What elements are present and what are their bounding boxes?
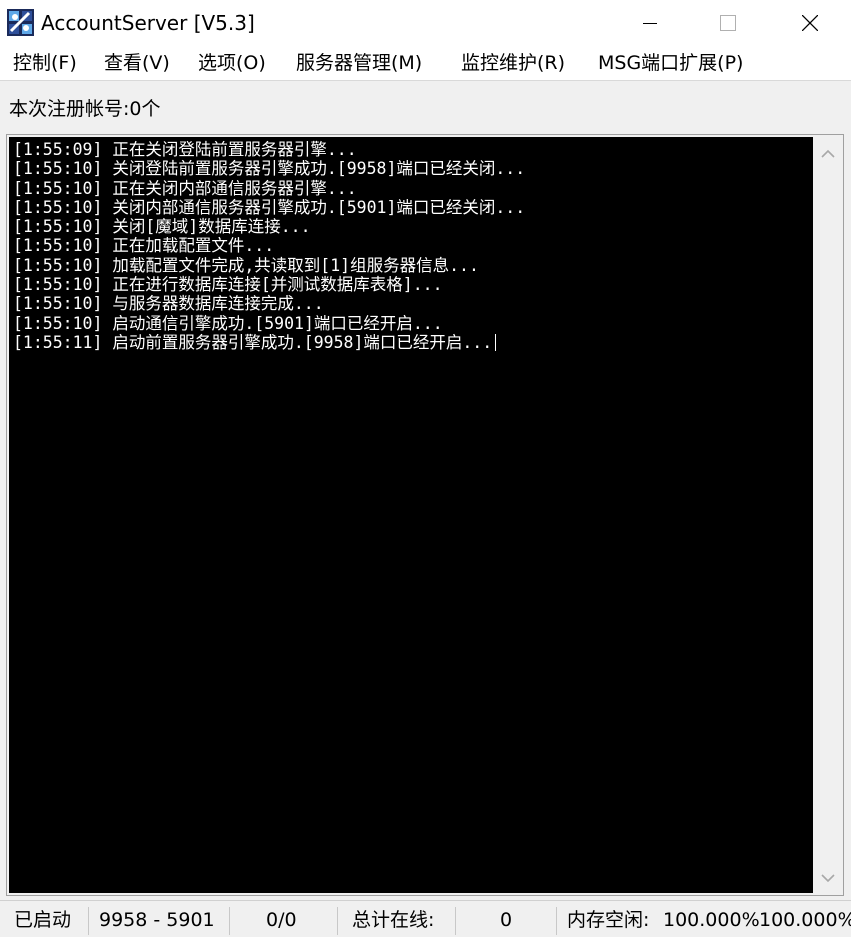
scroll-up-button[interactable]: [813, 139, 843, 169]
log-line-last: [1:55:11] 启动前置服务器引擎成功.[9958]端口已经开启...: [13, 333, 525, 352]
status-separator: [556, 907, 557, 935]
registered-accounts-label: 本次注册帐号:0个: [9, 98, 161, 120]
log-list: [1:55:09] 正在关闭登陆前置服务器引擎... [1:55:10] 关闭登…: [13, 140, 525, 352]
log-line: [1:55:10] 关闭内部通信服务器引擎成功.[5901]端口已经关闭...: [13, 197, 526, 217]
menu-bar: 控制(F) 查看(V) 选项(O) 服务器管理(M) 监控维护(R) MSG端口…: [0, 46, 851, 80]
app-window: AccountServer [V5.3] 控制(F) 查看(V) 选项(O) 服…: [0, 0, 851, 937]
status-memory-value-1: 100.000%: [663, 909, 759, 931]
close-button[interactable]: [764, 0, 851, 46]
status-separator: [88, 907, 89, 935]
status-memory-value-2: 100.000%: [759, 909, 851, 931]
title-bar[interactable]: AccountServer [V5.3]: [0, 0, 851, 46]
log-line: [1:55:10] 关闭[魔域]数据库连接...: [13, 217, 311, 237]
chevron-up-icon: [821, 149, 835, 158]
maximize-button[interactable]: [682, 0, 774, 46]
log-line: [1:55:10] 正在加载配置文件...: [13, 236, 275, 256]
scroll-down-button[interactable]: [813, 863, 843, 893]
menu-options[interactable]: 选项(O): [198, 50, 266, 76]
text-caret: [495, 333, 497, 351]
log-line: [1:55:10] 关闭登陆前置服务器引擎成功.[9958]端口已经关闭...: [13, 159, 526, 179]
status-online-value: 0: [500, 909, 513, 931]
log-line: [1:55:10] 启动通信引擎成功.[5901]端口已经开启...: [13, 313, 443, 333]
menu-divider: [0, 80, 851, 81]
status-bar: 已启动 9958 - 5901 0/0 总计在线: 0 内存空闲: 100.00…: [0, 900, 851, 937]
log-line: [1:55:09] 正在关闭登陆前置服务器引擎...: [13, 140, 357, 159]
status-separator: [337, 907, 338, 935]
chevron-down-icon: [821, 874, 835, 883]
menu-view[interactable]: 查看(V): [104, 50, 170, 76]
log-line: [1:55:10] 正在关闭内部通信服务器引擎...: [13, 178, 357, 198]
log-line: [1:55:10] 加载配置文件完成,共读取到[1]组服务器信息...: [13, 255, 479, 275]
menu-monitor-maintenance[interactable]: 监控维护(R): [461, 50, 565, 76]
status-counts: 0/0: [266, 909, 297, 931]
menu-server-management[interactable]: 服务器管理(M): [296, 50, 422, 76]
status-separator: [455, 907, 456, 935]
minimize-icon: [643, 23, 657, 24]
status-online-label: 总计在线:: [352, 909, 435, 931]
menu-msg-port-extension[interactable]: MSG端口扩展(P): [598, 50, 743, 76]
log-line: [1:55:10] 与服务器数据库连接完成...: [13, 294, 324, 314]
status-memory-label: 内存空闲:: [567, 909, 650, 931]
app-icon: [7, 9, 34, 36]
log-line: [1:55:10] 正在进行数据库连接[并测试数据库表格]...: [13, 275, 443, 295]
window-title: AccountServer [V5.3]: [41, 11, 255, 35]
close-icon: [802, 15, 818, 31]
log-line-text: [1:55:11] 启动前置服务器引擎成功.[9958]端口已经开启...: [13, 332, 493, 352]
status-separator: [229, 907, 230, 935]
log-console[interactable]: [1:55:09] 正在关闭登陆前置服务器引擎... [1:55:10] 关闭登…: [9, 137, 813, 893]
status-ports: 9958 - 5901: [99, 909, 215, 931]
console-scrollbar[interactable]: [813, 137, 843, 893]
status-state: 已启动: [14, 909, 72, 931]
maximize-icon: [720, 15, 736, 31]
menu-control[interactable]: 控制(F): [13, 50, 77, 76]
